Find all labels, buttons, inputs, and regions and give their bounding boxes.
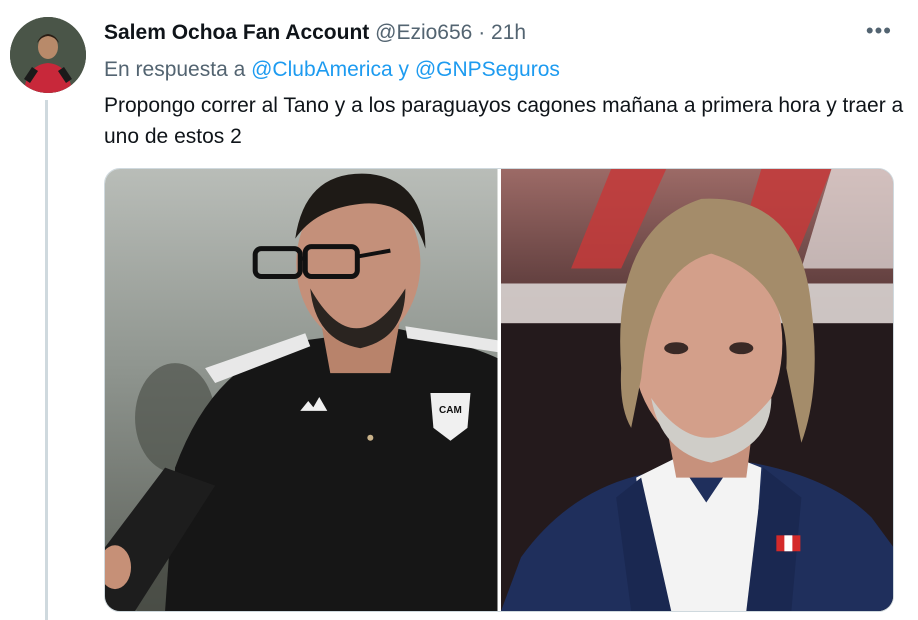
media-photo-2[interactable] xyxy=(500,169,893,611)
reply-prefix: En respuesta a xyxy=(104,58,246,81)
mention-gnpseguros[interactable]: @GNPSeguros xyxy=(415,58,560,81)
avatar[interactable] xyxy=(10,17,86,93)
reply-context: En respuesta a @ClubAmerica y @GNPSeguro… xyxy=(104,56,560,84)
timestamp[interactable]: 21h xyxy=(491,21,526,44)
avatar-image xyxy=(10,17,86,93)
display-name[interactable]: Salem Ochoa Fan Account xyxy=(104,21,369,44)
separator: · xyxy=(478,21,486,44)
photo-coach-black-jacket: CAM xyxy=(105,169,498,611)
media-grid: CAM xyxy=(104,168,894,612)
media-photo-1[interactable]: CAM xyxy=(105,169,498,611)
more-horizontal-icon: ••• xyxy=(865,18,892,43)
user-handle[interactable]: @Ezio656 xyxy=(375,21,472,44)
mention-clubamerica[interactable]: @ClubAmerica xyxy=(251,58,393,81)
photo-coach-navy-suit xyxy=(500,169,893,611)
club-crest-text: CAM xyxy=(439,405,462,416)
tweet-header: Salem Ochoa Fan Account @Ezio656 · 21h xyxy=(104,20,526,46)
reply-conjunction: y xyxy=(398,58,409,81)
thread-connector-line xyxy=(45,100,48,620)
more-options-button[interactable]: ••• xyxy=(866,18,892,44)
tweet-text: Propongo correr al Tano y a los paraguay… xyxy=(104,94,904,148)
